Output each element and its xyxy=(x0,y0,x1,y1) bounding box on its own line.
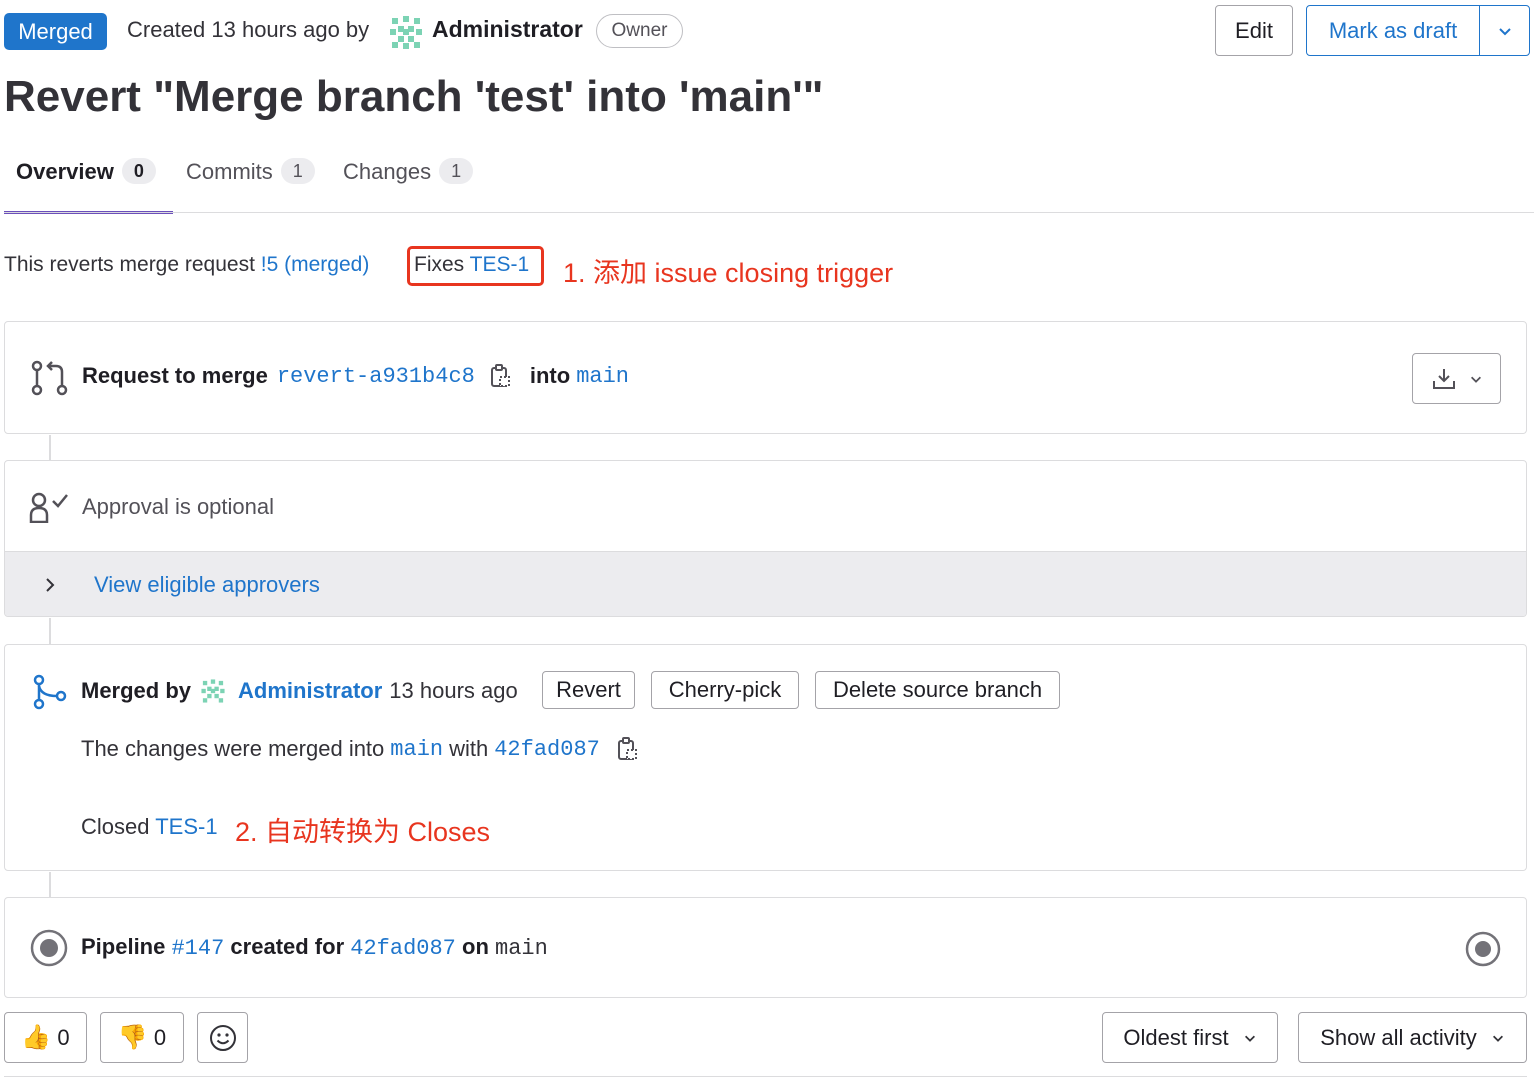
closed-text: Closed xyxy=(81,814,150,839)
add-reaction-button[interactable] xyxy=(197,1012,248,1063)
target-branch-link[interactable]: main xyxy=(576,364,629,389)
delete-source-branch-label: Delete source branch xyxy=(832,677,1043,702)
identicon-icon xyxy=(388,14,424,50)
approval-icon xyxy=(29,492,68,523)
status-badge: Merged xyxy=(4,13,107,50)
status-badge-label: Merged xyxy=(18,18,93,44)
sort-order-label: Oldest first xyxy=(1123,1024,1229,1050)
delete-source-branch-button[interactable]: Delete source branch xyxy=(815,671,1060,709)
annotation-2: 2. 自动转换为 Closes xyxy=(235,817,491,847)
tab-changes-count: 1 xyxy=(439,158,474,184)
pipeline-created-for: created for xyxy=(230,934,345,959)
closed-issue-link[interactable]: TES-1 xyxy=(155,814,217,839)
pipeline-id-link[interactable]: #147 xyxy=(171,936,224,961)
changes-branch-link[interactable]: main xyxy=(390,737,443,762)
cherry-pick-button[interactable]: Cherry-pick xyxy=(651,671,799,709)
owner-badge: Owner xyxy=(596,14,683,48)
smiley-icon xyxy=(209,1024,236,1051)
edit-button-label: Edit xyxy=(1235,17,1273,43)
tab-overview-label: Overview xyxy=(16,159,114,184)
revert-button-label: Revert xyxy=(556,677,621,702)
view-approvers-link[interactable]: View eligible approvers xyxy=(94,572,320,598)
merge-request-prefix: Request to merge xyxy=(82,363,268,388)
mark-as-draft-group: Mark as draft xyxy=(1306,5,1530,56)
approval-card: Approval is optional View eligible appro… xyxy=(4,460,1527,617)
edit-button[interactable]: Edit xyxy=(1215,5,1293,56)
copy-icon[interactable] xyxy=(616,737,638,761)
merged-changes-line: The changes were merged into main with 4… xyxy=(81,736,638,762)
created-text: Created 13 hours ago by xyxy=(127,17,370,42)
mark-as-draft-button[interactable]: Mark as draft xyxy=(1307,6,1480,55)
sort-order-dropdown[interactable]: Oldest first xyxy=(1102,1012,1278,1063)
owner-badge-label: Owner xyxy=(611,20,668,41)
tab-commits[interactable]: Commits 1 xyxy=(186,148,315,212)
view-approvers-row[interactable]: View eligible approvers xyxy=(5,551,1526,616)
timeline-connector xyxy=(49,872,51,897)
fixes-text: Fixes TES-1 xyxy=(414,253,529,277)
closed-line: Closed TES-1 xyxy=(81,814,218,840)
author-link[interactable]: Administrator xyxy=(432,16,583,43)
description: This reverts merge request !5 (merged) xyxy=(4,253,369,277)
description-text: This reverts merge request xyxy=(4,253,255,276)
pipeline-status-icon[interactable] xyxy=(30,929,68,967)
approval-text: Approval is optional xyxy=(82,494,275,519)
commit-link[interactable]: 42fad087 xyxy=(494,737,600,762)
fixes-prefix: Fixes xyxy=(414,253,465,276)
annotation-1: 1. 添加 issue closing trigger xyxy=(563,258,894,288)
thumbs-down-icon: 👎 xyxy=(117,1024,148,1051)
chevron-down-icon xyxy=(1470,376,1481,383)
tab-changes-label: Changes xyxy=(343,159,432,184)
merge-icon xyxy=(33,674,67,710)
changes-text: The changes were merged into xyxy=(81,736,385,761)
pipeline-on-text: on xyxy=(462,934,489,959)
pipeline-label: Pipeline xyxy=(81,934,166,959)
thumbs-down-button[interactable]: 👎 0 xyxy=(100,1012,184,1063)
tab-commits-label: Commits xyxy=(186,159,273,184)
pipeline-commit-link[interactable]: 42fad087 xyxy=(350,936,456,961)
merge-request-card: Request to merge revert-a931b4c8 into ma… xyxy=(4,321,1527,434)
tab-changes[interactable]: Changes 1 xyxy=(343,148,474,212)
fixes-issue-link[interactable]: TES-1 xyxy=(470,253,530,276)
merged-by-prefix: Merged by xyxy=(81,678,192,703)
chevron-down-icon xyxy=(1498,27,1511,35)
chevron-down-icon xyxy=(1492,1035,1503,1042)
mr-link[interactable]: !5 (merged) xyxy=(261,253,370,276)
chevron-right-icon xyxy=(46,578,55,592)
pipeline-branch: main xyxy=(495,936,548,961)
page-title: Revert "Merge branch 'test' into 'main'" xyxy=(4,72,824,121)
user-avatar[interactable] xyxy=(200,678,226,704)
download-icon xyxy=(1432,368,1455,389)
activity-filter-dropdown[interactable]: Show all activity xyxy=(1298,1012,1527,1063)
tab-overview[interactable]: Overview 0 xyxy=(4,148,173,214)
bottom-divider xyxy=(4,1076,1527,1077)
chevron-down-icon xyxy=(1244,1035,1255,1042)
cherry-pick-button-label: Cherry-pick xyxy=(668,677,782,702)
mark-as-draft-label: Mark as draft xyxy=(1328,17,1458,43)
pipeline-mini-status-icon[interactable] xyxy=(1465,931,1501,967)
into-text: into xyxy=(529,363,571,388)
activity-filter-label: Show all activity xyxy=(1320,1024,1477,1050)
author-avatar[interactable] xyxy=(388,14,424,50)
tab-overview-count: 0 xyxy=(121,158,156,184)
thumbs-up-count: 0 xyxy=(57,1024,70,1050)
draft-dropdown-toggle[interactable] xyxy=(1480,6,1529,55)
timeline-connector xyxy=(49,618,51,644)
tabs-divider xyxy=(4,212,1534,213)
merged-by-line: Merged by Administrator 13 hours ago xyxy=(81,678,518,704)
pipeline-line: Pipeline #147 created for 42fad087 on ma… xyxy=(81,934,548,961)
source-branch-link[interactable]: revert-a931b4c8 xyxy=(277,364,475,389)
with-text: with xyxy=(449,736,489,761)
copy-icon[interactable] xyxy=(489,364,511,388)
thumbs-up-icon: 👍 xyxy=(21,1024,52,1051)
timeline-connector xyxy=(49,435,51,460)
revert-button[interactable]: Revert xyxy=(542,671,635,709)
merge-request-line: Request to merge revert-a931b4c8 into ma… xyxy=(82,363,629,389)
thumbs-down-count: 0 xyxy=(153,1024,167,1050)
merged-by-user[interactable]: Administrator xyxy=(238,678,382,704)
thumbs-up-button[interactable]: 👍 0 xyxy=(4,1012,87,1063)
merged-time: 13 hours ago xyxy=(389,678,518,703)
merge-request-icon xyxy=(31,360,68,396)
tab-commits-count: 1 xyxy=(280,158,315,184)
download-dropdown[interactable] xyxy=(1412,353,1501,404)
